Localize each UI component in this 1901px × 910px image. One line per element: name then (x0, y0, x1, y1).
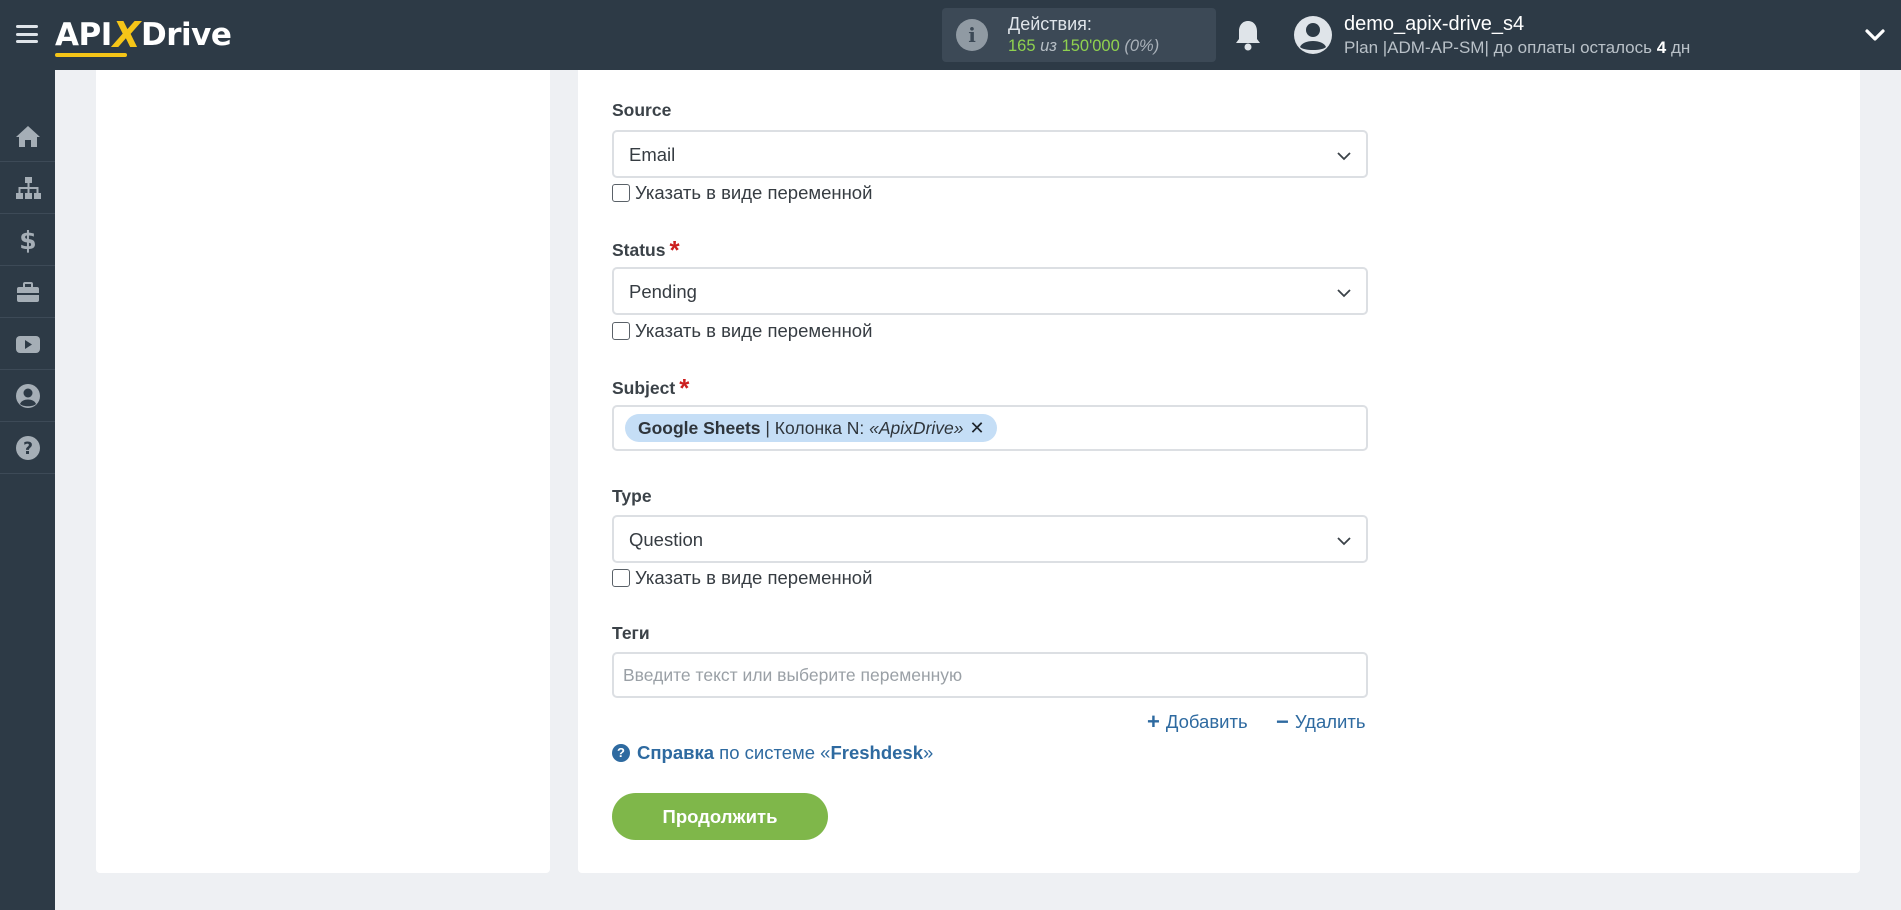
actions-percent: (0%) (1124, 37, 1160, 55)
status-select[interactable]: Pending (612, 267, 1368, 315)
required-mark: * (669, 235, 680, 265)
help-link[interactable]: ? Справка по системе «Freshdesk» (612, 742, 933, 764)
source-select[interactable]: Email (612, 130, 1368, 178)
sidebar-item-home[interactable] (0, 110, 55, 162)
source-variable-checkbox[interactable]: Указать в виде переменной (612, 182, 872, 204)
source-label: Source (612, 100, 671, 121)
sidebar-item-help[interactable]: ? (0, 422, 55, 474)
left-panel (96, 70, 550, 873)
tags-label-text: Теги (612, 623, 650, 643)
plan-suffix: дн (1670, 38, 1691, 57)
avatar-icon[interactable] (1294, 16, 1332, 54)
plus-icon: + (1147, 709, 1160, 734)
sidebar: $ ? (0, 70, 55, 910)
user-circle-icon (15, 383, 40, 408)
actions-of: из (1040, 37, 1057, 55)
logo-text-drive: Drive (141, 17, 232, 53)
help-end-text: » (923, 742, 934, 763)
source-value: Email (629, 144, 676, 165)
type-variable-label: Указать в виде переменной (635, 567, 873, 588)
add-label: Добавить (1165, 711, 1248, 732)
sidebar-item-connections[interactable] (0, 162, 55, 214)
home-icon (15, 125, 40, 147)
status-variable-checkbox[interactable]: Указать в виде переменной (612, 320, 872, 342)
continue-button[interactable]: Продолжить (612, 793, 828, 840)
close-icon[interactable]: ✕ (970, 418, 985, 439)
status-label-text: Status (612, 240, 666, 260)
checkbox-icon[interactable] (612, 184, 630, 202)
logo-text-api: API (55, 17, 112, 53)
minus-icon: − (1276, 709, 1289, 734)
actions-label: Действия: (1008, 14, 1092, 34)
help-mid-text: по системе « (714, 742, 831, 763)
actions-used: 165 (1008, 37, 1036, 55)
subject-label-text: Subject (612, 378, 676, 398)
sidebar-item-video[interactable] (0, 318, 55, 370)
plan-prefix: Plan |ADM-AP-SM| до оплаты осталось (1344, 38, 1652, 57)
svg-text:?: ? (23, 439, 33, 459)
question-circle-icon: ? (612, 744, 630, 762)
source-variable-label: Указать в виде переменной (635, 182, 873, 203)
sitemap-icon (15, 176, 41, 199)
sidebar-item-billing[interactable]: $ (0, 214, 55, 266)
subject-variable-chip[interactable]: Google Sheets | Колонка N: «ApixDrive» ✕ (625, 414, 997, 442)
top-bar: API X Drive i Действия: 165 из 150'000 (0%… (0, 0, 1901, 70)
status-variable-label: Указать в виде переменной (635, 320, 873, 341)
youtube-icon (15, 335, 40, 353)
tags-input[interactable] (612, 652, 1368, 698)
chip-source: Google Sheets (638, 417, 761, 438)
subject-label: Subject * (612, 370, 690, 403)
chip-value: «ApixDrive» (869, 417, 964, 438)
type-value: Question (629, 529, 704, 550)
chevron-down-icon (1337, 152, 1351, 161)
subject-field[interactable]: Google Sheets | Колонка N: «ApixDrive» ✕ (612, 405, 1368, 451)
checkbox-icon[interactable] (612, 322, 630, 340)
actions-counter[interactable]: i Действия: 165 из 150'000 (0%) (942, 8, 1216, 62)
sidebar-item-projects[interactable] (0, 266, 55, 318)
question-circle-icon: ? (15, 435, 40, 460)
logo-underline (55, 53, 127, 57)
actions-total: 150'000 (1061, 37, 1120, 55)
bell-icon[interactable] (1233, 18, 1263, 52)
logo-text-x: X (112, 14, 141, 56)
type-label: Type (612, 486, 652, 507)
remove-button[interactable]: − Удалить (1276, 711, 1366, 733)
add-button[interactable]: + Добавить (1147, 711, 1248, 733)
remove-label: Удалить (1294, 711, 1366, 732)
status-value: Pending (629, 281, 697, 302)
status-label: Status * (612, 232, 680, 265)
svg-text:$: $ (19, 226, 36, 254)
help-link-text[interactable]: Справка (637, 742, 714, 764)
type-variable-checkbox[interactable]: Указать в виде переменной (612, 567, 872, 589)
type-select[interactable]: Question (612, 515, 1368, 563)
sidebar-item-profile[interactable] (0, 370, 55, 422)
source-label-text: Source (612, 100, 672, 120)
user-name[interactable]: demo_apix-drive_s4 (1344, 13, 1524, 36)
chevron-down-icon[interactable] (1864, 24, 1886, 46)
dollar-icon: $ (19, 226, 36, 254)
help-system-text: Freshdesk (830, 742, 924, 763)
chip-separator: | Колонка N: (760, 417, 870, 438)
menu-icon[interactable] (16, 25, 38, 43)
chevron-down-icon (1337, 537, 1351, 546)
required-mark: * (679, 373, 690, 403)
chevron-down-icon (1337, 289, 1351, 298)
tags-label: Теги (612, 623, 650, 644)
checkbox-icon[interactable] (612, 569, 630, 587)
plan-days: 4 (1656, 38, 1667, 57)
briefcase-icon (16, 281, 39, 302)
info-icon: i (956, 19, 988, 51)
type-label-text: Type (612, 486, 652, 506)
logo[interactable]: API X Drive (55, 13, 232, 57)
user-plan: Plan |ADM-AP-SM| до оплаты осталось 4 дн (1344, 38, 1690, 58)
actions-count: 165 из 150'000 (0%) (1008, 37, 1159, 56)
